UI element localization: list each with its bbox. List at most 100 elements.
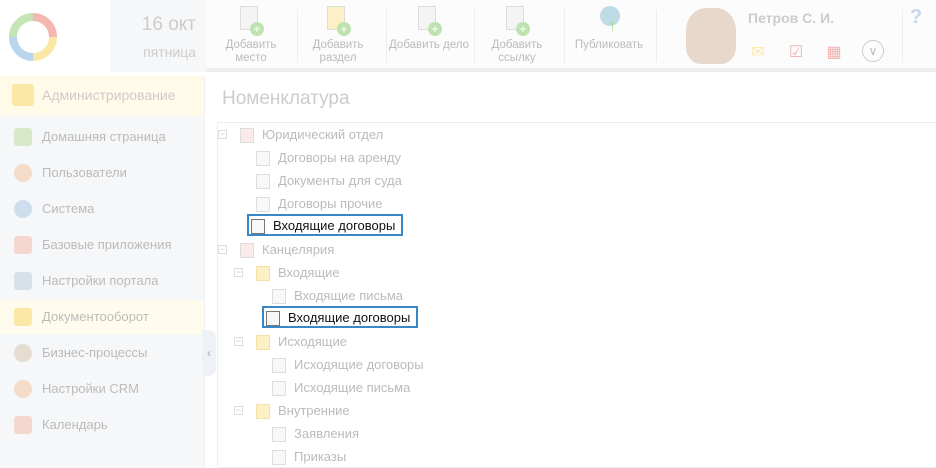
collapse-icon[interactable]: − [218,130,227,139]
sidebar-item-label: Бизнес-процессы [42,345,148,360]
tree-node[interactable]: Договоры прочие [256,193,383,215]
node-label: Входящие договоры [288,310,411,325]
page-title: Номенклатура [222,88,350,109]
tree-node-highlighted[interactable]: Входящие договоры [262,306,419,328]
tree-node[interactable]: − Канцелярия [218,239,335,261]
tree-node[interactable]: − Внутренние [234,400,350,422]
department-icon [240,128,254,144]
tree-node[interactable]: Исходящие договоры [272,354,424,376]
sidebar-item-calendar[interactable]: Календарь [0,408,204,442]
sidebar-item-label: Документооборот [42,309,149,324]
crm-icon [14,380,32,398]
tree-node[interactable]: − Исходящие [234,331,347,353]
sidebar-collapse-handle[interactable]: ‹ [202,330,216,376]
process-icon [14,344,32,362]
users-icon [14,164,32,182]
node-label: Заявления [294,426,360,441]
node-label: Входящие письма [294,288,403,303]
globe-upload-icon: ↑ [596,6,622,36]
button-label: Добавить место [225,39,277,64]
sidebar-header[interactable]: Администрирование [0,76,204,116]
add-link-button[interactable]: + Добавить ссылку [476,6,558,65]
apps-icon [14,236,32,254]
folder-icon [256,404,270,420]
add-case-icon: + [416,6,442,36]
collapse-icon[interactable]: − [234,337,243,346]
tree-node[interactable]: Приказы [272,446,346,468]
tree-node[interactable]: Исходящие письма [272,377,410,399]
add-section-icon: + [325,6,351,36]
node-label: Внутренние [278,403,350,418]
case-icon [256,151,270,167]
node-label: Входящие договоры [273,218,396,233]
case-icon [272,289,286,305]
sidebar-item-docflow[interactable]: Документооборот [0,300,204,334]
sidebar-item-crm-settings[interactable]: Настройки CRM [0,372,204,406]
top-bar: 16 окт пятница + Добавить место + Добавить… [0,0,936,72]
collapse-icon[interactable]: − [234,268,243,277]
calendar-icon [14,416,32,434]
user-name[interactable]: Петров С. И. [748,10,834,26]
link-case-icon [251,219,265,235]
sidebar-item-portal-settings[interactable]: Настройки портала [0,264,204,298]
user-panel: Петров С. И. ✉ ☑ ▦ ∨ [658,0,902,72]
node-label: Исходящие договоры [294,357,424,372]
date-day: 16 окт [141,14,196,35]
avatar[interactable] [686,8,736,64]
node-label: Канцелярия [262,242,335,257]
node-label: Исходящие письма [294,380,411,395]
case-icon [272,450,286,466]
logo[interactable] [0,0,110,72]
date-weekday: пятница [143,44,196,60]
lock-icon [12,84,34,106]
sidebar-item-label: Пользователи [42,165,127,180]
tree-node[interactable]: Документы для суда [256,170,402,192]
folder-icon [256,335,270,351]
node-label: Юридический отдел [262,127,384,142]
sidebar-item-users[interactable]: Пользователи [0,156,204,190]
mail-icon[interactable]: ✉ [748,42,768,61]
case-icon [272,381,286,397]
add-link-icon: + [504,6,530,36]
department-icon [240,243,254,259]
publish-button[interactable]: ↑ Публиковать [566,6,652,52]
add-place-icon: + [238,6,264,36]
tree-node-highlighted[interactable]: Входящие договоры [247,214,404,236]
node-label: Входящие [278,265,340,280]
node-label: Исходящие [278,334,347,349]
tree-node[interactable]: − Юридический отдел [218,124,384,146]
sidebar-item-label: Настройки CRM [42,381,139,396]
case-icon [272,358,286,374]
case-icon [256,174,270,190]
sidebar-item-label: Система [42,201,95,216]
calendar-icon[interactable]: ▦ [824,42,844,61]
button-label: Добавить раздел [312,39,364,64]
button-label: Добавить дело [389,39,469,51]
system-icon [14,200,32,218]
tree-node[interactable]: Входящие письма [272,285,403,307]
tree-node[interactable]: − Входящие [234,262,340,284]
folder-icon [14,308,32,326]
add-case-button[interactable]: + Добавить дело [386,6,472,52]
sidebar-item-business-processes[interactable]: Бизнес-процессы [0,336,204,370]
help-icon[interactable]: ? [910,6,922,29]
tasks-icon[interactable]: ☑ [786,42,806,61]
sidebar-item-system[interactable]: Система [0,192,204,226]
collapse-icon[interactable]: − [234,406,243,415]
add-section-button[interactable]: + Добавить раздел [297,6,379,65]
sidebar-item-base-apps[interactable]: Базовые приложения [0,228,204,262]
sidebar-item-label: Настройки портала [42,273,159,288]
add-place-button[interactable]: + Добавить место [210,6,292,65]
chevron-down-icon[interactable]: ∨ [862,40,884,62]
sidebar-item-label: Календарь [42,417,108,432]
sidebar-item-home[interactable]: Домашняя страница [0,120,204,154]
sidebar: Администрирование Домашняя страница Поль… [0,76,205,468]
tree-node[interactable]: Заявления [272,423,359,445]
sidebar-header-label: Администрирование [42,87,176,103]
case-icon [266,311,280,327]
tree-node[interactable]: Договоры на аренду [256,147,401,169]
node-label: Приказы [294,449,347,464]
collapse-icon[interactable]: − [218,245,227,254]
case-icon [272,427,286,443]
sidebar-item-label: Базовые приложения [42,237,172,252]
